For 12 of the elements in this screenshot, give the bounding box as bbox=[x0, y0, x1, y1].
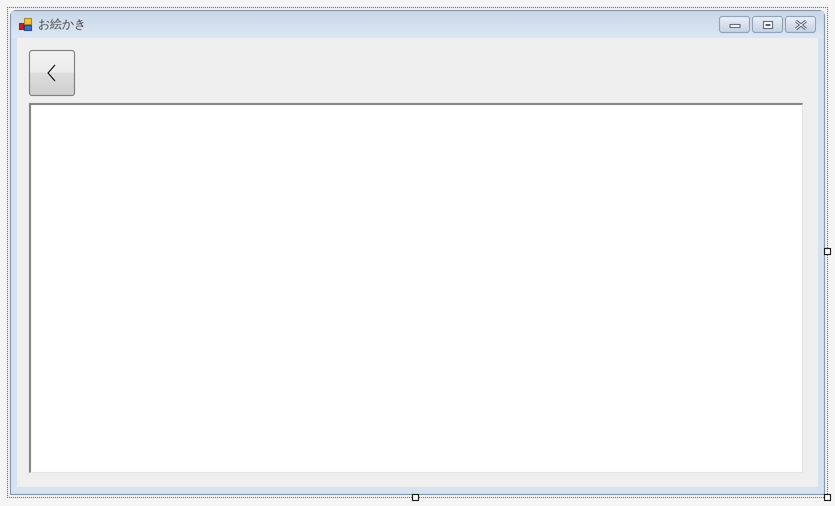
resize-handle[interactable] bbox=[412, 494, 419, 501]
close-button[interactable] bbox=[785, 16, 816, 33]
maximize-button[interactable] bbox=[752, 16, 783, 33]
close-icon bbox=[794, 20, 808, 30]
chevron-left-icon bbox=[47, 64, 57, 82]
window-title: お絵かき bbox=[38, 16, 86, 33]
app-icon bbox=[19, 18, 32, 31]
resize-handle[interactable] bbox=[824, 248, 831, 255]
maximize-icon bbox=[762, 20, 774, 30]
resize-handle[interactable] bbox=[824, 494, 831, 501]
minimize-button[interactable] bbox=[719, 16, 750, 33]
back-button[interactable] bbox=[29, 50, 75, 96]
